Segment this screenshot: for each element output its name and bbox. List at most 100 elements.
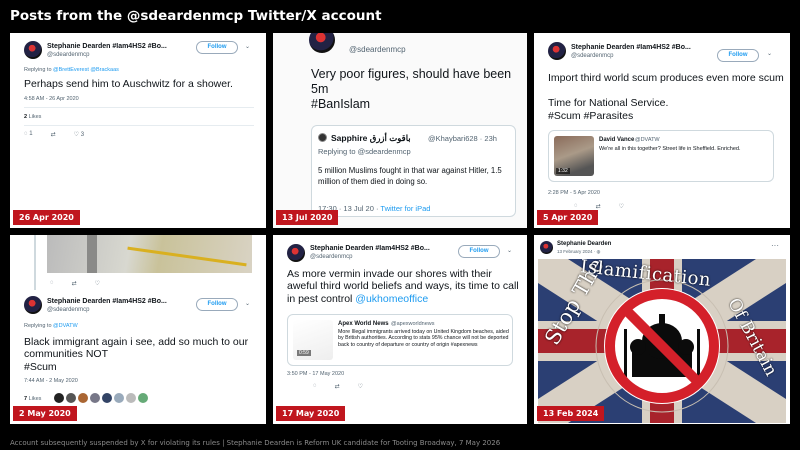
- tweet-text: Perhaps send him to Auschwitz for a show…: [24, 78, 233, 90]
- author-handle[interactable]: @sdeardenmcp: [349, 45, 406, 54]
- author-name[interactable]: Stephanie Dearden #Iam4HS2 #Bo...: [47, 298, 167, 305]
- tweet-text: Black immigrant again i see, add so much…: [24, 336, 249, 361]
- avatar[interactable]: [309, 33, 335, 53]
- retweet-icon[interactable]: ⇄: [51, 131, 56, 138]
- hashtag-links[interactable]: #Scum #Parasites: [548, 110, 633, 122]
- quote-text: We're all in this together? Street life …: [599, 146, 741, 152]
- reply-button[interactable]: ◌ 1: [24, 131, 33, 138]
- tweet-panel-1: Stephanie Dearden #Iam4HS2 #Bo... @sdear…: [10, 33, 266, 228]
- tweet-panel-2: @sdeardenmcp Very poor figures, should h…: [273, 33, 527, 228]
- quote-author: Sapphire باقوت أزرق: [331, 133, 411, 143]
- follow-button[interactable]: Follow: [196, 298, 238, 311]
- avatar[interactable]: [540, 241, 553, 254]
- heart-icon[interactable]: ♡: [358, 383, 363, 390]
- action-bar: ◌ ⇄ ♡: [574, 203, 624, 210]
- post-meta: 13 February 2024 · ◍: [557, 249, 601, 254]
- author-name[interactable]: Stephanie Dearden #Iam4HS2 #Bo...: [310, 245, 430, 252]
- globe-icon: ◍: [596, 249, 601, 254]
- quote-text: More Illegal immigrants arrived today on…: [338, 329, 509, 348]
- tweet-panel-3: Stephanie Dearden #Iam4HS2 #Bo... @sdear…: [534, 33, 790, 228]
- quote-author: David Vance: [599, 137, 635, 143]
- date-badge: 13 Feb 2024: [537, 406, 605, 421]
- divider: [24, 107, 254, 108]
- tweet-text-2: Time for National Service.: [548, 97, 669, 109]
- reply-context: Replying to @BrettEverest @Brackaas: [24, 67, 119, 73]
- timestamp[interactable]: 4:58 AM - 26 Apr 2020: [24, 96, 79, 102]
- quoted-tweet[interactable]: 0:59 Apex World News @apexworldnews More…: [287, 314, 513, 366]
- avatar[interactable]: [24, 296, 42, 314]
- video-thumbnail[interactable]: 0:59: [293, 320, 333, 360]
- chevron-down-icon[interactable]: ⌄: [245, 43, 250, 50]
- hashtag-link[interactable]: #BanIslam: [311, 97, 370, 112]
- chevron-down-icon[interactable]: ⌄: [507, 247, 512, 254]
- quote-handle: @apexworldnews: [391, 321, 435, 327]
- author-name[interactable]: Stephanie Dearden #Iam4HS2 #Bo...: [47, 43, 167, 50]
- author-handle[interactable]: @sdeardenmcp: [310, 254, 352, 260]
- author-name[interactable]: Stephanie Dearden: [557, 241, 611, 247]
- author-handle[interactable]: @sdeardenmcp: [47, 52, 89, 58]
- chevron-down-icon[interactable]: ⌄: [245, 300, 250, 307]
- thread-line: [34, 235, 36, 290]
- quoted-tweet[interactable]: Sapphire باقوت أزرق @Khaybari628 · 23h R…: [311, 125, 516, 217]
- retweet-icon[interactable]: ⇄: [335, 383, 340, 390]
- facebook-post-panel: Stephanie Dearden 13 February 2024 · ◍ ·…: [534, 235, 790, 424]
- reply-icon[interactable]: ◌: [313, 383, 317, 390]
- hashtag-link[interactable]: #Scum: [24, 361, 57, 373]
- quote-text: 5 million Muslims fought in that war aga…: [318, 166, 502, 186]
- quote-author: Apex World News: [338, 321, 389, 327]
- video-duration: 1:32: [556, 168, 570, 174]
- tweet-text: As more vermin invade our shores with th…: [287, 268, 519, 305]
- video-thumbnail[interactable]: 1:32: [554, 136, 594, 176]
- timestamp[interactable]: 2:28 PM - 5 Apr 2020: [548, 190, 600, 196]
- reply-icon[interactable]: ◌: [574, 203, 578, 210]
- more-icon[interactable]: ···: [771, 241, 779, 250]
- footer-caption: Account subsequently suspended by X for …: [10, 439, 501, 447]
- quote-handle: @DVATW: [635, 137, 660, 143]
- liker-avatars[interactable]: [54, 393, 148, 403]
- divider: [24, 125, 254, 126]
- heart-icon[interactable]: ♡: [95, 280, 100, 287]
- date-badge: 26 Apr 2020: [13, 210, 80, 225]
- likes-summary: 7 Likes: [24, 396, 42, 402]
- author-handle[interactable]: @sdeardenmcp: [47, 307, 89, 313]
- retweet-icon[interactable]: ⇄: [596, 203, 601, 210]
- date-badge: 17 May 2020: [276, 406, 346, 421]
- quoted-tweet[interactable]: 1:32 David Vance @DVATW We're all in thi…: [548, 130, 774, 182]
- timestamp[interactable]: 3:50 PM - 17 May 2020: [287, 371, 344, 377]
- follow-button[interactable]: Follow: [458, 245, 500, 258]
- heart-icon: ♡: [73, 132, 80, 138]
- source-app-link[interactable]: Twitter for iPad: [380, 204, 430, 213]
- avatar[interactable]: [548, 42, 566, 60]
- date-badge: 5 Apr 2020: [537, 210, 599, 225]
- tweet-panel-4: ◌ ⇄ ♡ Stephanie Dearden #Iam4HS2 #Bo... …: [10, 235, 266, 424]
- action-bar: ◌ 1 ⇄ ♡ 3: [24, 131, 84, 138]
- reply-icon: ◌: [24, 131, 28, 137]
- avatar[interactable]: [287, 244, 305, 262]
- heart-icon[interactable]: ♡: [619, 203, 624, 210]
- quote-handle: @Khaybari628 · 23h: [428, 134, 497, 143]
- like-button[interactable]: ♡ 3: [74, 131, 84, 138]
- reply-mentions[interactable]: @DVATW: [53, 323, 78, 329]
- author-name[interactable]: Stephanie Dearden #Iam4HS2 #Bo...: [571, 44, 691, 51]
- previous-tweet-image: [47, 235, 252, 273]
- quote-reply-context: Replying to @sdeardenmcp: [318, 147, 411, 156]
- chevron-down-icon[interactable]: ⌄: [767, 50, 772, 57]
- mention-link[interactable]: @ukhomeoffice: [355, 293, 428, 305]
- tweet-text: Very poor figures, should have been 5m: [311, 67, 512, 96]
- likes-summary: 2 Likes: [24, 114, 42, 120]
- tweet-panel-5: Stephanie Dearden #Iam4HS2 #Bo... @sdear…: [273, 235, 527, 424]
- author-handle[interactable]: @sdeardenmcp: [571, 53, 613, 59]
- previous-action-bar: ◌ ⇄ ♡: [50, 280, 100, 287]
- action-bar: ◌ ⇄ ♡: [313, 383, 363, 390]
- reply-mentions[interactable]: @BrettEverest @Brackaas: [53, 67, 119, 73]
- reply-icon[interactable]: ◌: [50, 280, 54, 287]
- video-duration: 0:59: [297, 350, 311, 356]
- page-title: Posts from the @sdeardenmcp Twitter/X ac…: [10, 8, 382, 24]
- date-badge: 2 May 2020: [13, 406, 77, 421]
- tweet-text: Import third world scum produces even mo…: [548, 72, 784, 84]
- timestamp[interactable]: 7:44 AM - 2 May 2020: [24, 378, 78, 384]
- avatar[interactable]: [24, 41, 42, 59]
- follow-button[interactable]: Follow: [196, 41, 238, 54]
- retweet-icon[interactable]: ⇄: [72, 280, 77, 287]
- follow-button[interactable]: Follow: [717, 49, 759, 62]
